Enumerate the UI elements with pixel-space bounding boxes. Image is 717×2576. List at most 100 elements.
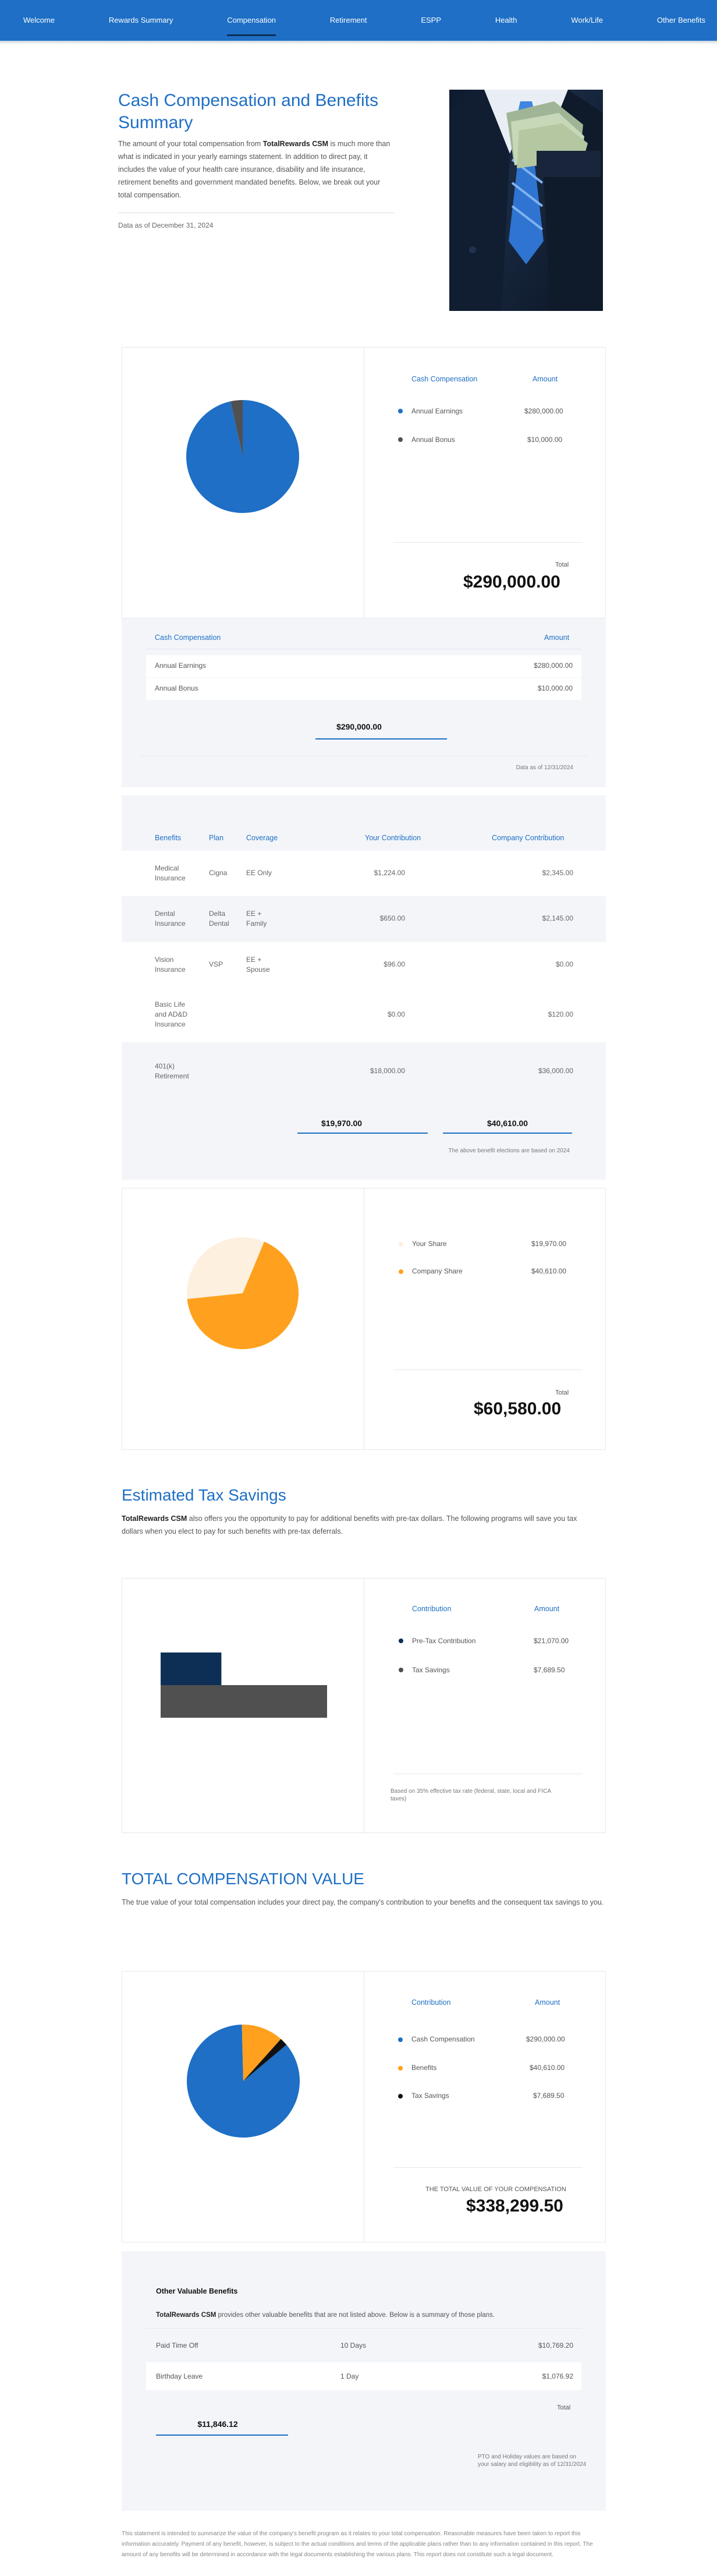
tax-item-amount: $21,070.00 — [534, 1637, 569, 1645]
cash-table-panel: Cash Compensation Amount Annual Earnings… — [122, 618, 606, 787]
cash-pie-chart — [186, 400, 299, 513]
hero-intro: The amount of your total compensation fr… — [118, 140, 391, 199]
annual-earnings-swatch — [398, 409, 403, 413]
benefits-header-company: Company Contribution — [492, 834, 565, 842]
total-comp-header-left: Contribution — [411, 1998, 451, 2007]
table-row: Medical Insurance Cigna EE Only $1,224.0… — [122, 851, 606, 896]
other-row-name: Birthday Leave — [156, 2372, 203, 2380]
cash-row-label: Annual Bonus — [155, 684, 198, 692]
benefit-plan: Cigna — [209, 869, 228, 877]
benefit-name: Vision Insurance — [155, 956, 186, 974]
other-row-qty: 10 Days — [340, 2341, 367, 2349]
benefits-total-company: $40,610.00 — [487, 1119, 528, 1128]
total-comp-card: Contribution Amount Cash Compensation $2… — [122, 1971, 606, 2242]
other-benefits-intro: TotalRewards CSM provides other valuable… — [156, 2312, 495, 2319]
other-row-qty: 1 Day — [340, 2372, 359, 2380]
nav-work-life[interactable]: Work/Life — [571, 0, 603, 41]
benefit-company-contribution: $120.00 — [548, 1010, 573, 1018]
nav-other-benefits[interactable]: Other Benefits — [657, 0, 705, 41]
share-card: Your Share $19,970.00 Company Share $40,… — [122, 1188, 606, 1450]
benefit-company-contribution: $36,000.00 — [538, 1067, 573, 1075]
bar-tax-savings — [161, 1685, 327, 1718]
cash-table-header-left: Cash Compensation — [155, 634, 221, 642]
benefit-company-contribution: $2,145.00 — [542, 914, 573, 922]
cash-row-amount: $10,000.00 — [537, 684, 573, 692]
total-comp-item-label: Benefits — [411, 2064, 437, 2072]
table-row: Birthday Leave 1 Day $1,076.92 — [146, 2362, 581, 2390]
total-tax-savings-swatch — [398, 2094, 403, 2099]
share-item-amount: $19,970.00 — [531, 1240, 567, 1248]
tax-savings-title: Estimated Tax Savings — [122, 1486, 286, 1504]
annual-bonus-swatch — [398, 437, 403, 442]
cash-table-note: Data as of 12/31/2024 — [516, 765, 573, 771]
total-comp-total-value: $338,299.50 — [466, 2196, 563, 2216]
tax-item-label: Tax Savings — [412, 1666, 450, 1674]
nav-welcome[interactable]: Welcome — [23, 0, 55, 41]
tax-header-left: Contribution — [412, 1605, 452, 1613]
table-row: Vision Insurance VSP EE + Spouse $96.00 … — [122, 942, 606, 988]
total-comp-title: TOTAL COMPENSATION VALUE — [122, 1870, 364, 1888]
nav-rewards-summary[interactable]: Rewards Summary — [109, 0, 173, 41]
benefits-header-yours: Your Contribution — [365, 834, 421, 842]
nav-retirement[interactable]: Retirement — [330, 0, 367, 41]
total-comp-item-amount: $7,689.50 — [533, 2092, 565, 2100]
other-row-value: $1,076.92 — [542, 2372, 573, 2380]
data-date: Data as of December 31, 2024 — [118, 221, 214, 229]
share-item-label: Your Share — [412, 1240, 447, 1248]
total-comp-header-right: Amount — [535, 1998, 560, 2007]
nav-shadow — [0, 41, 717, 44]
share-item-label: Company Share — [412, 1267, 463, 1275]
benefits-total-yours: $19,970.00 — [321, 1119, 363, 1128]
total-comp-item-amount: $290,000.00 — [526, 2035, 565, 2043]
total-comp-item-label: Cash Compensation — [411, 2035, 475, 2043]
benefits-header-benefits: Benefits — [155, 834, 182, 842]
cash-table-total: $290,000.00 — [336, 722, 382, 731]
cash-header-left: Cash Compensation — [411, 375, 478, 383]
benefit-coverage: EE + Family — [246, 910, 267, 928]
footer-disclaimer: This statement is intended to summarize … — [122, 2531, 593, 2558]
your-share-swatch — [399, 1242, 403, 1247]
benefit-your-contribution: $96.00 — [384, 960, 405, 968]
cash-total-value: $290,000.00 — [463, 572, 560, 592]
total-comp-pie-chart — [186, 2025, 300, 2138]
tax-item-amount: $7,689.50 — [534, 1666, 565, 1674]
benefits-swatch — [398, 2066, 403, 2071]
benefit-name: Basic Life and AD&D Insurance — [155, 1000, 188, 1028]
cash-row-amount: $280,000.00 — [534, 661, 573, 670]
nav-compensation[interactable]: Compensation — [227, 0, 276, 41]
benefit-your-contribution: $0.00 — [387, 1010, 405, 1018]
nav-espp[interactable]: ESPP — [421, 0, 441, 41]
benefit-plan: VSP — [209, 960, 223, 968]
benefit-name: Medical Insurance — [155, 864, 186, 882]
benefit-coverage: EE Only — [246, 869, 272, 877]
total-comp-item-amount: $40,610.00 — [530, 2064, 565, 2072]
total-comp-total-label: THE TOTAL VALUE OF YOUR COMPENSATION — [425, 2186, 566, 2193]
company-share-swatch — [399, 1269, 403, 1274]
cash-row-label: Annual Earnings — [155, 661, 207, 670]
share-item-amount: $40,610.00 — [531, 1267, 567, 1275]
nav-health[interactable]: Health — [495, 0, 517, 41]
table-row: Basic Life and AD&D Insurance $0.00 $120… — [122, 988, 606, 1042]
top-nav: Welcome Rewards Summary Compensation Ret… — [0, 0, 717, 41]
cash-item-label: Annual Earnings — [411, 407, 463, 415]
benefits-header-plan: Plan — [209, 834, 224, 842]
tax-item-label: Pre-Tax Contribution — [412, 1637, 476, 1645]
tax-savings-swatch — [399, 1668, 403, 1672]
other-benefits-title: Other Valuable Benefits — [156, 2287, 238, 2295]
pretax-swatch — [399, 1639, 403, 1643]
other-row-name: Paid Time Off — [156, 2341, 198, 2349]
total-comp-intro: The true value of your total compensatio… — [122, 1898, 604, 1906]
benefit-name: 401(k) Retirement — [155, 1062, 189, 1080]
other-benefits-panel: Other Valuable Benefits TotalRewards CSM… — [122, 2251, 606, 2511]
benefits-note: The above benefit elections are based on… — [448, 1148, 570, 1154]
bar-pre-tax-contribution — [161, 1653, 222, 1685]
benefit-your-contribution: $1,224.00 — [374, 869, 405, 877]
other-total-value: $11,846.12 — [197, 2419, 238, 2429]
cash-header-right: Amount — [533, 375, 558, 383]
benefit-coverage: EE + Spouse — [246, 956, 270, 974]
benefit-company-contribution: $0.00 — [555, 960, 573, 968]
share-total-value: $60,580.00 — [474, 1399, 562, 1418]
cash-table-header-right: Amount — [544, 634, 570, 642]
tax-bar-chart — [161, 1653, 327, 1718]
benefits-header-coverage: Coverage — [246, 834, 278, 842]
